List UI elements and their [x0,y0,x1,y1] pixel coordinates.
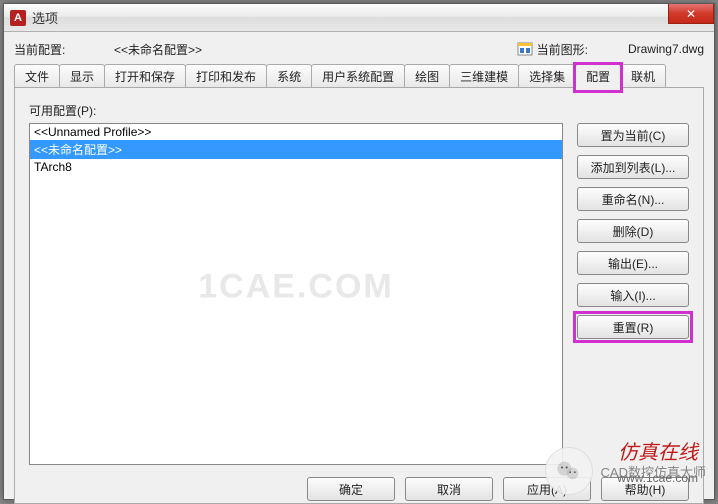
tab-display[interactable]: 显示 [59,64,105,87]
dialog-content: 当前配置: <<未命名配置>> 当前图形: Drawing7.dwg 文件 显示… [4,32,714,504]
window-title: 选项 [32,8,58,27]
export-button[interactable]: 输出(E)... [577,251,689,275]
tab-selection[interactable]: 选择集 [518,64,576,87]
tab-drafting[interactable]: 绘图 [404,64,450,87]
reset-button[interactable]: 重置(R) [577,315,689,339]
tab-file[interactable]: 文件 [14,64,60,87]
tab-profiles[interactable]: 配置 [575,64,621,88]
info-row: 当前配置: <<未命名配置>> 当前图形: Drawing7.dwg [14,38,704,60]
import-button[interactable]: 输入(I)... [577,283,689,307]
tab-open-save[interactable]: 打开和保存 [104,64,186,87]
app-icon: A [10,10,26,26]
titlebar[interactable]: A 选项 ✕ [4,4,714,32]
options-dialog: A 选项 ✕ 当前配置: <<未命名配置>> 当前图形: Drawing7.dw… [3,3,715,500]
apply-button[interactable]: 应用(A) [503,477,591,501]
tab-3d-modeling[interactable]: 三维建模 [449,64,519,87]
current-profile-label: 当前配置: [14,41,114,58]
add-to-list-button[interactable]: 添加到列表(L)... [577,155,689,179]
profiles-listbox[interactable]: <<Unnamed Profile>> <<未命名配置>> TArch8 1CA… [29,123,563,465]
dwg-icon [517,41,533,57]
tab-system[interactable]: 系统 [266,64,312,87]
current-drawing-label: 当前图形: [537,41,588,58]
list-item[interactable]: <<Unnamed Profile>> [30,124,562,140]
rename-button[interactable]: 重命名(N)... [577,187,689,211]
list-item[interactable]: <<未命名配置>> [30,140,562,159]
profiles-panel: 可用配置(P): <<Unnamed Profile>> <<未命名配置>> T… [14,88,704,504]
close-button[interactable]: ✕ [668,4,714,24]
set-current-button[interactable]: 置为当前(C) [577,123,689,147]
tab-strip: 文件 显示 打开和保存 打印和发布 系统 用户系统配置 绘图 三维建模 选择集 … [14,64,704,88]
current-drawing-value: Drawing7.dwg [628,42,704,56]
ok-button[interactable]: 确定 [307,477,395,501]
panel-body: <<Unnamed Profile>> <<未命名配置>> TArch8 1CA… [29,123,689,465]
current-profile-value: <<未命名配置>> [114,41,517,58]
delete-button[interactable]: 删除(D) [577,219,689,243]
tab-plot-publish[interactable]: 打印和发布 [185,64,267,87]
dialog-buttons: 确定 取消 应用(A) 帮助(H) [307,477,689,501]
side-buttons: 置为当前(C) 添加到列表(L)... 重命名(N)... 删除(D) 输出(E… [577,123,689,465]
cancel-button[interactable]: 取消 [405,477,493,501]
list-item[interactable]: TArch8 [30,159,562,175]
available-profiles-label: 可用配置(P): [29,102,689,119]
tab-user-prefs[interactable]: 用户系统配置 [311,64,405,87]
watermark: 1CAE.COM [198,268,393,307]
help-button[interactable]: 帮助(H) [601,477,689,501]
window-controls: ✕ [668,4,714,24]
tab-online[interactable]: 联机 [620,64,666,87]
close-icon: ✕ [686,7,696,21]
